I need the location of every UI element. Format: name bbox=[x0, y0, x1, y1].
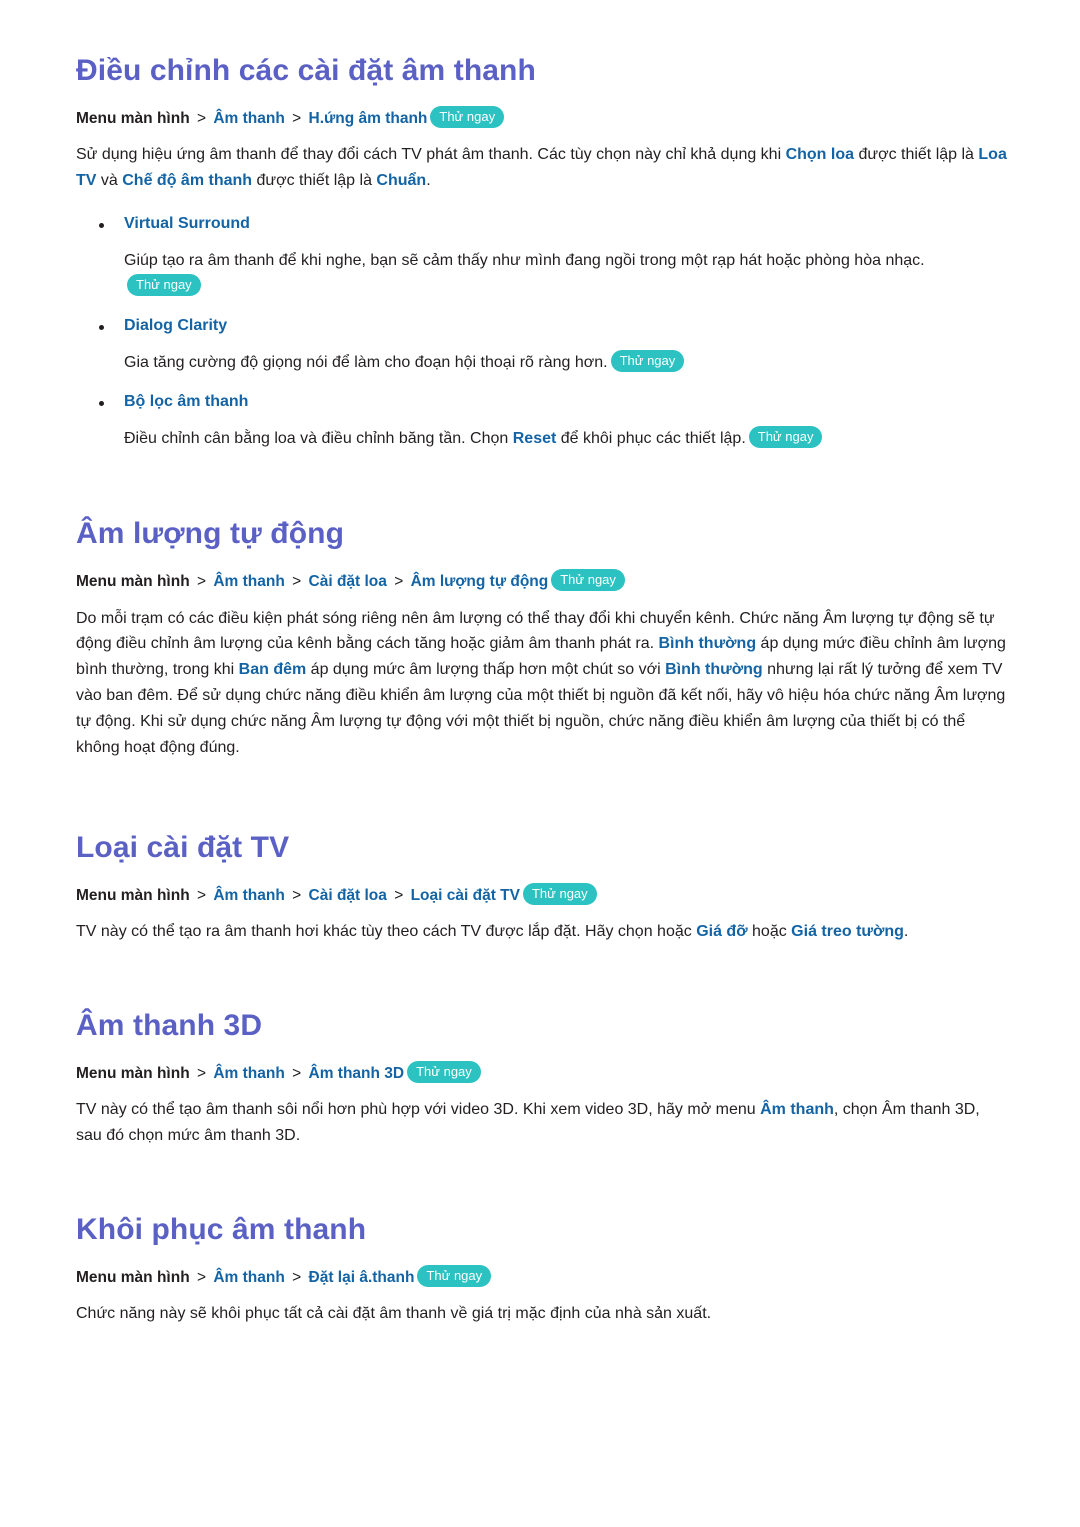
try-now-badge[interactable]: Thử ngay bbox=[127, 273, 201, 296]
section-sound-settings: Điều chỉnh các cài đặt âm thanh Menu màn… bbox=[76, 52, 1022, 451]
section-heading-sound-reset: Khôi phục âm thanh bbox=[76, 1212, 367, 1246]
intro-text-e: được thiết lập là bbox=[252, 171, 377, 189]
breadcrumb-root: Menu màn hình bbox=[76, 573, 190, 591]
body-text: TV này có thể tạo ra âm thanh hơi khác t… bbox=[76, 923, 697, 941]
body-paragraph-tv-install-type: TV này có thể tạo ra âm thanh hơi khác t… bbox=[76, 919, 1008, 945]
intro-paragraph: Sử dụng hiệu ứng âm thanh để thay đổi cá… bbox=[76, 142, 1008, 194]
list-item: Dialog Clarity Gia tăng cường độ giọng n… bbox=[76, 314, 1022, 376]
bullet-text: Giúp tạo ra âm thanh để khi nghe, bạn sẽ… bbox=[124, 251, 925, 269]
breadcrumb-separator: > bbox=[292, 886, 302, 904]
breadcrumb: Menu màn hình > Âm thanh > Đặt lại â.tha… bbox=[76, 1264, 1022, 1289]
bullet-text: Điều chỉnh cân bằng loa và điều chỉnh bă… bbox=[124, 429, 513, 447]
section-divider-space bbox=[76, 451, 1022, 515]
try-now-badge[interactable]: Thử ngay bbox=[522, 882, 597, 905]
body-text: TV này có thể tạo âm thanh sôi nổi hơn p… bbox=[76, 1100, 761, 1118]
breadcrumb-separator: > bbox=[292, 573, 302, 591]
breadcrumb-root: Menu màn hình bbox=[76, 886, 190, 904]
body-paragraph-sound-3d: TV này có thể tạo âm thanh sôi nổi hơn p… bbox=[76, 1097, 1008, 1149]
breadcrumb-root: Menu màn hình bbox=[76, 109, 190, 127]
try-now-badge[interactable]: Thử ngay bbox=[430, 105, 505, 128]
body-text: áp dụng mức âm lượng thấp hơn một chút s… bbox=[306, 661, 666, 679]
list-item: Virtual Surround Giúp tạo ra âm thanh để… bbox=[76, 212, 1022, 300]
breadcrumb-link-sound-reset[interactable]: Đặt lại â.thanh bbox=[309, 1269, 415, 1286]
breadcrumb-separator: > bbox=[196, 109, 207, 127]
term-normal: Bình thường bbox=[658, 635, 757, 653]
bullet-text-sound-filter: Điều chỉnh cân bằng loa và điều chỉnh bă… bbox=[76, 425, 976, 452]
term-reset: Reset bbox=[512, 429, 557, 447]
section-divider-space bbox=[76, 1153, 1022, 1211]
breadcrumb: Menu màn hình > Âm thanh > Âm thanh 3D Th… bbox=[76, 1060, 1022, 1085]
sound-effects-list: Virtual Surround Giúp tạo ra âm thanh để… bbox=[76, 212, 1022, 452]
term-standard: Chuẩn bbox=[376, 171, 427, 189]
term-sound-menu: Âm thanh bbox=[760, 1100, 834, 1118]
section-tv-install-type: Loại cài đặt TV Menu màn hình > Âm thanh… bbox=[76, 829, 1022, 945]
bullet-text: Gia tăng cường độ giọng nói để làm cho đ… bbox=[124, 353, 608, 371]
breadcrumb-link-sound[interactable]: Âm thanh bbox=[213, 887, 284, 904]
breadcrumb: Menu màn hình > Âm thanh > H.ứng âm than… bbox=[76, 105, 1022, 130]
breadcrumb-separator: > bbox=[196, 1064, 207, 1082]
page-title: Điều chỉnh các cài đặt âm thanh bbox=[76, 54, 536, 87]
body-text: Chức năng này sẽ khôi phục tất cả cài đặ… bbox=[76, 1304, 712, 1322]
section-divider-space bbox=[76, 765, 1022, 829]
breadcrumb: Menu màn hình > Âm thanh > Cài đặt loa >… bbox=[76, 882, 1022, 907]
try-now-badge[interactable]: Thử ngay bbox=[748, 425, 823, 448]
list-item: Bộ lọc âm thanh Điều chỉnh cân bằng loa … bbox=[76, 390, 1022, 452]
section-heading-tv-install-type: Loại cài đặt TV bbox=[76, 830, 290, 864]
term-normal: Bình thường bbox=[665, 661, 763, 679]
breadcrumb-link-sound[interactable]: Âm thanh bbox=[213, 1065, 284, 1082]
breadcrumb-separator: > bbox=[394, 886, 404, 904]
section-heading-auto-volume: Âm lượng tự động bbox=[76, 517, 344, 551]
breadcrumb-link-sound[interactable]: Âm thanh bbox=[213, 573, 284, 590]
breadcrumb-separator: > bbox=[196, 1268, 207, 1286]
section-sound-3d: Âm thanh 3D Menu màn hình > Âm thanh > Â… bbox=[76, 1007, 1022, 1149]
term-night: Ban đêm bbox=[238, 661, 307, 679]
try-now-badge[interactable]: Thử ngay bbox=[417, 1264, 492, 1287]
bullet-title-virtual-surround: Virtual Surround bbox=[76, 212, 1022, 236]
breadcrumb-separator: > bbox=[196, 886, 207, 904]
breadcrumb-link-sound-3d[interactable]: Âm thanh 3D bbox=[309, 1065, 405, 1082]
bullet-text: để khôi phục các thiết lập. bbox=[556, 429, 746, 447]
breadcrumb-link-speaker-settings[interactable]: Cài đặt loa bbox=[309, 573, 387, 590]
section-heading-sound-3d: Âm thanh 3D bbox=[76, 1008, 263, 1042]
section-divider-space bbox=[76, 949, 1022, 1007]
breadcrumb-separator: > bbox=[292, 109, 302, 127]
intro-text-c: được thiết lập là bbox=[854, 146, 979, 164]
term-stand: Giá đỡ bbox=[696, 923, 748, 941]
breadcrumb-separator: > bbox=[196, 573, 207, 591]
bullet-text-dialog-clarity: Gia tăng cường độ giọng nói để làm cho đ… bbox=[76, 349, 976, 376]
breadcrumb-separator: > bbox=[394, 573, 404, 591]
breadcrumb: Menu màn hình > Âm thanh > Cài đặt loa >… bbox=[76, 569, 1022, 593]
breadcrumb-link-sound[interactable]: Âm thanh bbox=[213, 110, 284, 127]
breadcrumb-link-sound[interactable]: Âm thanh bbox=[213, 1269, 284, 1286]
bullet-title-dialog-clarity: Dialog Clarity bbox=[76, 314, 1022, 338]
breadcrumb-link-auto-volume[interactable]: Âm lượng tự động bbox=[411, 573, 549, 590]
term-wall-mount: Giá treo tường bbox=[791, 923, 904, 941]
breadcrumb-link-speaker-settings[interactable]: Cài đặt loa bbox=[309, 887, 387, 904]
breadcrumb-root: Menu màn hình bbox=[76, 1268, 190, 1286]
section-auto-volume: Âm lượng tự động Menu màn hình > Âm than… bbox=[76, 515, 1022, 760]
section-sound-reset: Khôi phục âm thanh Menu màn hình > Âm th… bbox=[76, 1211, 1022, 1327]
try-now-badge[interactable]: Thử ngay bbox=[407, 1060, 481, 1083]
body-paragraph-auto-volume: Do mỗi trạm có các điều kiện phát sóng r… bbox=[76, 606, 1008, 761]
bullet-text-virtual-surround: Giúp tạo ra âm thanh để khi nghe, bạn sẽ… bbox=[76, 248, 976, 300]
term-speaker-select: Chọn loa bbox=[785, 146, 855, 164]
try-now-badge[interactable]: Thử ngay bbox=[551, 569, 625, 592]
body-text: hoặc bbox=[747, 923, 792, 941]
intro-text-d: và bbox=[96, 171, 123, 189]
term-sound-mode: Chế độ âm thanh bbox=[122, 171, 253, 189]
breadcrumb-link-tv-install-type[interactable]: Loại cài đặt TV bbox=[411, 887, 520, 904]
intro-text-a: Sử dụng hiệu ứng âm thanh để thay đổi cá… bbox=[76, 146, 786, 164]
breadcrumb-separator: > bbox=[292, 1268, 302, 1286]
breadcrumb-root: Menu màn hình bbox=[76, 1064, 190, 1082]
breadcrumb-link-sound-effect[interactable]: H.ứng âm thanh bbox=[309, 110, 428, 127]
body-text: . bbox=[903, 923, 909, 941]
intro-text-f: . bbox=[426, 171, 431, 189]
body-paragraph-sound-reset: Chức năng này sẽ khôi phục tất cả cài đặ… bbox=[76, 1301, 1008, 1327]
try-now-badge[interactable]: Thử ngay bbox=[610, 349, 685, 372]
document-page: Điều chỉnh các cài đặt âm thanh Menu màn… bbox=[0, 0, 1080, 1527]
breadcrumb-separator: > bbox=[292, 1064, 302, 1082]
bullet-title-sound-filter: Bộ lọc âm thanh bbox=[76, 390, 1022, 414]
